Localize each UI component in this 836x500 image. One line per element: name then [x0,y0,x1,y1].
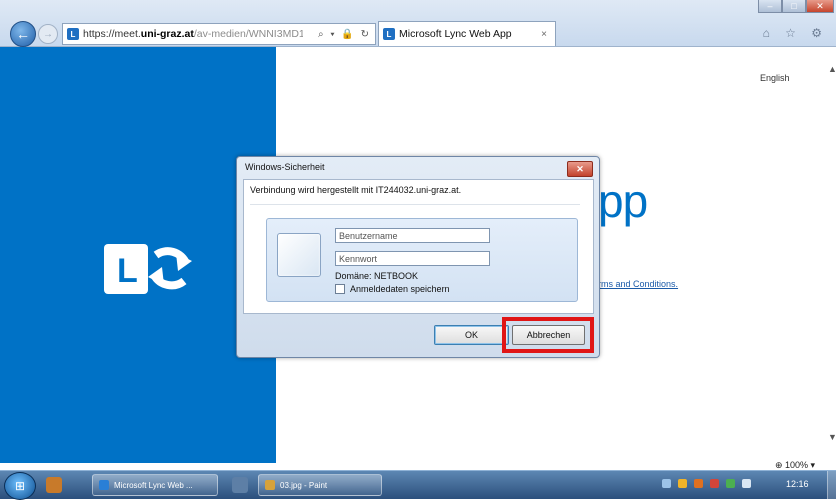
language-link[interactable]: English [760,73,790,83]
paint-icon [265,480,275,490]
tab-favicon-icon: L [383,28,395,40]
remember-credentials-row[interactable]: Anmeldedaten speichern [335,284,450,294]
dialog-body: Verbindung wird hergestellt mit IT244032… [243,179,594,314]
window-controls: – □ ✕ [758,0,834,13]
address-bar[interactable]: L https://meet.uni-graz.at/av-medien/WNN… [62,23,376,45]
page-heading: pp [598,175,648,227]
user-tile-icon [277,233,321,277]
remember-label: Anmeldedaten speichern [350,284,450,294]
scroll-up-icon[interactable]: ▲ [828,64,836,74]
lync-logo-icon: L [104,244,192,294]
url-text[interactable]: https://meet.uni-graz.at/av-medien/WNNI3… [83,28,303,40]
tray-network-icon[interactable] [726,479,735,488]
taskbar: ⊞ Microsoft Lync Web ... 03.jpg - Paint … [0,470,836,500]
remember-checkbox[interactable] [335,284,345,294]
credential-tile[interactable]: Benutzername Kennwort Domäne: NETBOOK An… [266,218,578,302]
ok-button[interactable]: OK [434,325,509,345]
dialog-close-button[interactable]: ✕ [567,161,593,177]
system-tray[interactable] [662,479,751,488]
connection-message: Verbindung wird hergestellt mit IT244032… [250,185,462,195]
back-button[interactable]: ← [10,21,36,47]
tray-arrow-icon[interactable] [662,479,671,488]
browser-toolbar: – □ ✕ ← → L https://meet.uni-graz.at/av-… [0,0,836,47]
clock[interactable]: 12:16 [786,479,809,489]
tab-title: Microsoft Lync Web App [399,28,512,40]
close-window-button[interactable]: ✕ [806,0,834,13]
url-domain: uni-graz.at [140,28,194,40]
tray-app-icon[interactable] [678,479,687,488]
pinned-app-icon[interactable] [46,477,62,493]
start-button[interactable]: ⊞ [4,472,36,500]
pinned-explorer-icon[interactable] [232,477,248,493]
url-prefix: https://meet. [83,28,141,40]
minimize-button[interactable]: – [758,0,782,13]
tray-volume-icon[interactable] [742,479,751,488]
lync-favicon-icon: L [67,28,79,40]
svg-text:L: L [117,252,138,290]
tray-security-icon[interactable] [694,479,703,488]
password-field[interactable]: Kennwort [335,251,490,266]
url-path: /av-medien/WNNI3MD1 [193,28,303,40]
scroll-down-icon[interactable]: ▼ [828,432,836,442]
show-desktop-button[interactable] [827,471,836,499]
username-field[interactable]: Benutzername [335,228,490,243]
taskbar-item-paint-label: 03.jpg - Paint [280,480,328,490]
maximize-button[interactable]: □ [782,0,806,13]
taskbar-item-lync[interactable]: Microsoft Lync Web ... [92,474,218,496]
tab-close-icon[interactable]: × [541,29,547,40]
divider [250,204,580,205]
taskbar-item-paint[interactable]: 03.jpg - Paint [258,474,382,496]
address-bar-icons[interactable]: ⌕ ▾ 🔒 ↻ [318,29,371,40]
home-favorites-tools-icons[interactable]: ⌂ ☆ ⚙ [763,26,828,40]
dialog-title: Windows-Sicherheit [245,162,325,172]
ie-icon [99,480,109,490]
tray-update-icon[interactable] [710,479,719,488]
domain-label: Domäne: NETBOOK [335,271,419,281]
terms-link[interactable]: rms and Conditions. [598,279,678,289]
tab-lync-web-app[interactable]: L Microsoft Lync Web App × [378,21,556,46]
forward-button[interactable]: → [38,24,58,44]
cancel-highlight-box [502,317,594,353]
taskbar-item-lync-label: Microsoft Lync Web ... [114,480,193,490]
